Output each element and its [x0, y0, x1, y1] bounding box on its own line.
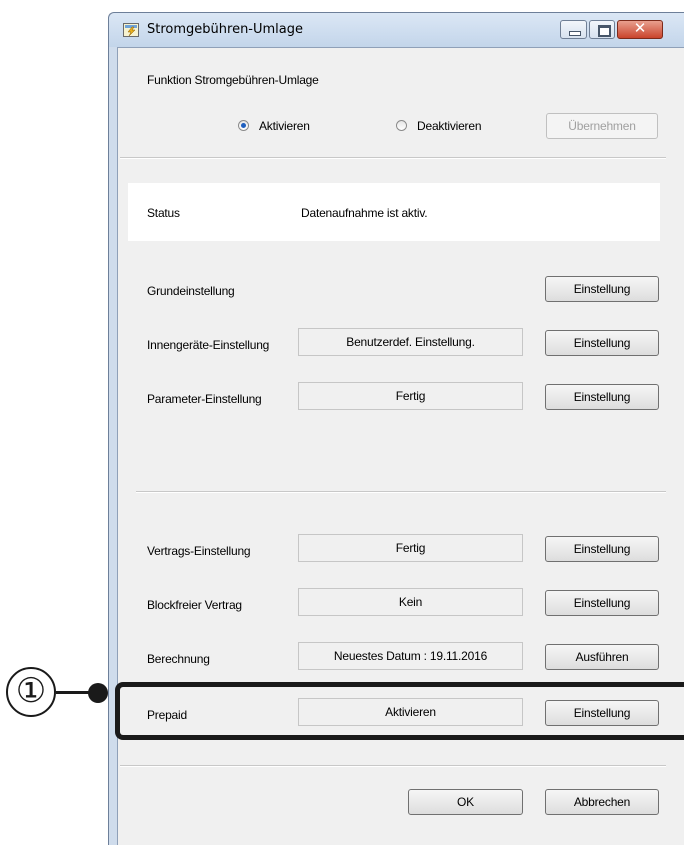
minimize-icon: [569, 31, 581, 36]
innengeraete-value: Benutzerdef. Einstellung.: [298, 328, 523, 356]
separator: [120, 765, 666, 767]
apply-button[interactable]: Übernehmen: [546, 113, 658, 139]
vertrags-label: Vertrags-Einstellung: [147, 544, 251, 558]
close-icon: ✕: [633, 19, 647, 37]
vertrags-value: Fertig: [298, 534, 523, 562]
parameter-label: Parameter-Einstellung: [147, 392, 262, 406]
activate-radio-label[interactable]: Aktivieren: [259, 119, 310, 133]
minimize-button[interactable]: [560, 20, 587, 39]
separator: [136, 491, 666, 493]
status-label: Status: [147, 206, 180, 220]
window-title: Stromgebühren-Umlage: [147, 22, 303, 37]
maximize-icon: [598, 25, 611, 37]
radio-selected-dot: [241, 123, 246, 128]
deactivate-radio[interactable]: [396, 120, 407, 131]
close-button[interactable]: ✕: [617, 19, 663, 39]
deactivate-radio-label[interactable]: Deaktivieren: [417, 119, 482, 133]
ok-button[interactable]: OK: [408, 789, 523, 815]
cancel-button[interactable]: Abbrechen: [545, 789, 659, 815]
callout-connector-dot: [88, 683, 108, 703]
separator: [120, 157, 666, 159]
ausfuehren-button[interactable]: Ausführen: [545, 644, 659, 670]
blockfrei-label: Blockfreier Vertrag: [147, 598, 242, 612]
parameter-button[interactable]: Einstellung: [545, 384, 659, 410]
maximize-button[interactable]: [589, 20, 615, 39]
function-label: Funktion Stromgebühren-Umlage: [147, 73, 319, 87]
innengeraete-label: Innengeräte-Einstellung: [147, 338, 270, 352]
callout-number: ①: [6, 667, 56, 717]
grundeinstellung-label: Grundeinstellung: [147, 284, 235, 298]
berechnung-value: Neuestes Datum : 19.11.2016: [298, 642, 523, 670]
blockfrei-value: Kein: [298, 588, 523, 616]
parameter-value: Fertig: [298, 382, 523, 410]
title-bar[interactable]: Stromgebühren-Umlage ✕: [109, 13, 684, 47]
blockfrei-button[interactable]: Einstellung: [545, 590, 659, 616]
app-icon: [123, 23, 139, 37]
berechnung-label: Berechnung: [147, 652, 210, 666]
activate-radio[interactable]: [238, 120, 249, 131]
callout-highlight-box: [115, 682, 684, 740]
status-value: Datenaufnahme ist aktiv.: [301, 206, 428, 220]
innengeraete-button[interactable]: Einstellung: [545, 330, 659, 356]
vertrags-button[interactable]: Einstellung: [545, 536, 659, 562]
grundeinstellung-button[interactable]: Einstellung: [545, 276, 659, 302]
